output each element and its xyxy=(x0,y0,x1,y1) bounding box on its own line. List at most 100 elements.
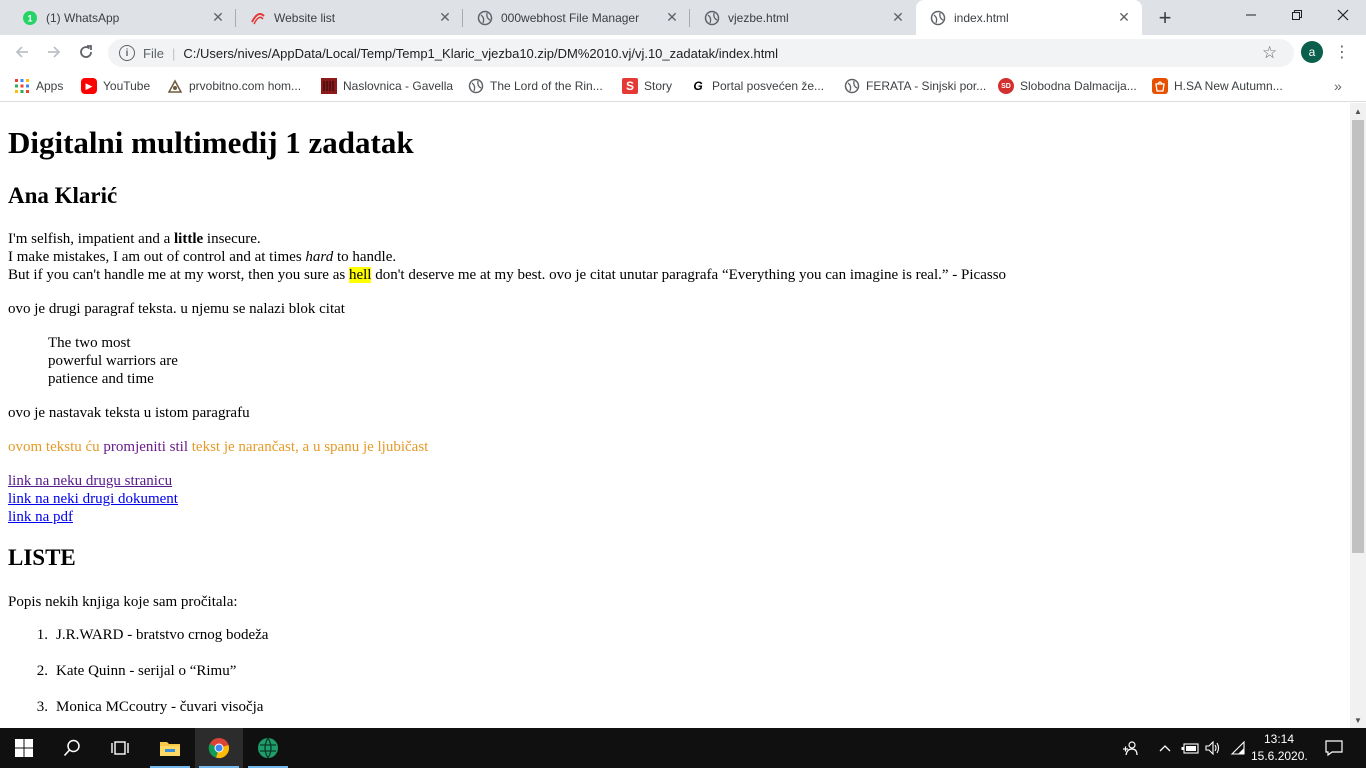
tab-title: (1) WhatsApp xyxy=(46,10,120,25)
link-other-document[interactable]: link na neki drugi dokument xyxy=(8,491,178,507)
chevron-right-icon[interactable]: » xyxy=(1334,76,1350,96)
list-item: 2. Kate Quinn - serijal o “Rimu” xyxy=(32,663,237,680)
bookmark-portal[interactable]: G Portal posvećen že... xyxy=(690,76,824,96)
blockquote-line: The two most xyxy=(48,335,131,351)
bookmark-slobodna[interactable]: SD Slobodna Dalmacija... xyxy=(998,76,1137,96)
story-icon: S xyxy=(622,78,638,94)
text: insecure. xyxy=(203,231,261,247)
url-text[interactable]: C:/Users/nives/AppData/Local/Temp/Temp1_… xyxy=(183,46,1262,61)
browser-toolbar: i File | C:/Users/nives/AppData/Local/Te… xyxy=(0,35,1366,70)
paragraph-3: ovo je nastavak teksta u istom paragrafu xyxy=(8,405,250,421)
windows-taskbar: 13:14 15.6.2020. xyxy=(0,728,1366,768)
tab-website-list[interactable]: Website list ✕ xyxy=(236,0,463,35)
whatsapp-icon: 1 xyxy=(22,10,38,26)
tab-title: vjezbe.html xyxy=(728,10,789,25)
bookmark-apps[interactable]: Apps xyxy=(14,76,63,96)
volume-icon[interactable] xyxy=(1203,728,1223,768)
bookmark-label: Slobodna Dalmacija... xyxy=(1020,79,1137,93)
restore-icon[interactable] xyxy=(1274,0,1320,30)
scheme-label: File xyxy=(143,45,164,61)
minimize-icon[interactable] xyxy=(1228,0,1274,30)
svg-text:1: 1 xyxy=(27,13,32,23)
paragraph-1-line-2: I make mistakes, I am out of control and… xyxy=(8,248,396,266)
link-other-page[interactable]: link na neku drugu stranicu xyxy=(8,473,172,489)
reload-icon[interactable] xyxy=(72,38,100,66)
close-icon[interactable]: ✕ xyxy=(210,9,226,26)
chevron-up-icon[interactable] xyxy=(1156,728,1174,768)
bookmark-ferata[interactable]: FERATA - Sinjski por... xyxy=(844,76,986,96)
new-tab-button[interactable]: + xyxy=(1151,4,1179,32)
globe-icon xyxy=(468,78,484,94)
youtube-icon: ▶ xyxy=(81,78,97,94)
taskbar-clock[interactable]: 13:14 15.6.2020. xyxy=(1251,731,1308,765)
text: don't deserve me at my best. ovo je cita… xyxy=(371,267,1007,283)
close-icon[interactable]: ✕ xyxy=(890,9,906,26)
scrollbar-thumb[interactable] xyxy=(1352,120,1364,553)
sd-icon: SD xyxy=(998,78,1014,94)
list-text: J.R.WARD - bratstvo crnog bodeža xyxy=(56,627,269,643)
close-icon[interactable]: ✕ xyxy=(664,9,680,26)
search-icon[interactable] xyxy=(48,728,96,768)
author-heading: Ana Klarić xyxy=(8,183,118,208)
bookmark-label: Naslovnica - Gavella xyxy=(343,79,454,93)
chrome-icon[interactable] xyxy=(195,728,243,768)
text: But if you can't handle me at my worst, … xyxy=(8,267,349,283)
blockquote-line: powerful warriors are xyxy=(48,353,178,369)
paragraph-1-line-3: But if you can't handle me at my worst, … xyxy=(8,266,1006,284)
list-number: 3. xyxy=(36,699,48,715)
menu-kebab-icon[interactable]: ⋮ xyxy=(1334,39,1350,65)
page-viewport: Digitalni multimedij 1 zadatak Ana Klari… xyxy=(0,103,1350,728)
bookmark-prvobitno[interactable]: prvobitno.com hom... xyxy=(167,76,301,96)
forward-icon[interactable] xyxy=(40,38,68,66)
bookmark-hsa[interactable]: H.SA New Autumn... xyxy=(1152,76,1283,96)
bookmark-star-icon[interactable]: ☆ xyxy=(1262,43,1282,63)
orange-text: tekst je narančast, a u spanu je ljubiča… xyxy=(188,439,429,455)
paragraph-1-line-1: I'm selfish, impatient and a little inse… xyxy=(8,230,261,248)
tab-whatsapp[interactable]: 1 (1) WhatsApp ✕ xyxy=(8,0,236,35)
wifi-icon[interactable] xyxy=(1228,728,1248,768)
bookmark-label: YouTube xyxy=(103,79,151,93)
text: to handle. xyxy=(333,249,397,265)
bookmark-youtube[interactable]: ▶ YouTube xyxy=(81,76,150,96)
notification-icon[interactable] xyxy=(1320,728,1348,768)
battery-icon[interactable] xyxy=(1180,728,1200,768)
bookmark-label: Story xyxy=(644,79,673,93)
bookmark-label: FERATA - Sinjski por... xyxy=(866,79,987,93)
divider: | xyxy=(171,45,176,61)
profile-avatar[interactable]: a xyxy=(1301,41,1323,63)
close-icon[interactable]: ✕ xyxy=(437,9,453,26)
portal-icon: G xyxy=(693,79,703,93)
vertical-scrollbar[interactable]: ▲ ▼ xyxy=(1350,103,1366,728)
link-row: link na neku drugu stranicu xyxy=(8,472,172,490)
info-icon[interactable]: i xyxy=(119,45,135,61)
close-window-icon[interactable] xyxy=(1320,0,1366,30)
file-explorer-icon[interactable] xyxy=(146,728,194,768)
close-icon[interactable]: ✕ xyxy=(1116,9,1132,26)
task-view-icon[interactable] xyxy=(96,728,144,768)
bookmark-lotr[interactable]: The Lord of the Rin... xyxy=(468,76,603,96)
bookmark-gavella[interactable]: Naslovnica - Gavella xyxy=(321,76,453,96)
paragraph-2: ovo je drugi paragraf teksta. u njemu se… xyxy=(8,301,345,317)
scroll-down-arrow-icon[interactable]: ▼ xyxy=(1350,712,1366,728)
tab-index[interactable]: index.html ✕ xyxy=(916,0,1142,35)
bookmark-label: prvobitno.com hom... xyxy=(189,79,302,93)
tab-file-manager[interactable]: 000webhost File Manager ✕ xyxy=(463,0,690,35)
link-pdf[interactable]: link na pdf xyxy=(8,509,73,525)
back-icon[interactable] xyxy=(8,38,36,66)
gavella-icon xyxy=(321,78,337,94)
address-bar[interactable]: i File | C:/Users/nives/AppData/Local/Te… xyxy=(108,39,1294,67)
bold-text: little xyxy=(174,231,204,247)
globe-icon xyxy=(477,10,493,26)
tab-vjezbe[interactable]: vjezbe.html ✕ xyxy=(690,0,916,35)
webhost-logo-icon xyxy=(250,10,266,26)
scroll-up-arrow-icon[interactable]: ▲ xyxy=(1350,103,1366,119)
blockquote-line: patience and time xyxy=(48,371,154,387)
tab-strip: 1 (1) WhatsApp ✕ Website list ✕ 000webho… xyxy=(0,0,1366,35)
list-text: Monica MCcoutry - čuvari visočja xyxy=(56,699,264,715)
books-intro: Popis nekih knjiga koje sam pročitala: xyxy=(8,594,238,610)
link-row: link na neki drugi dokument xyxy=(8,490,178,508)
app-globe-icon[interactable] xyxy=(244,728,292,768)
windows-start-icon[interactable] xyxy=(0,728,48,768)
people-icon[interactable] xyxy=(1116,728,1144,768)
bookmark-story[interactable]: S Story xyxy=(622,76,672,96)
